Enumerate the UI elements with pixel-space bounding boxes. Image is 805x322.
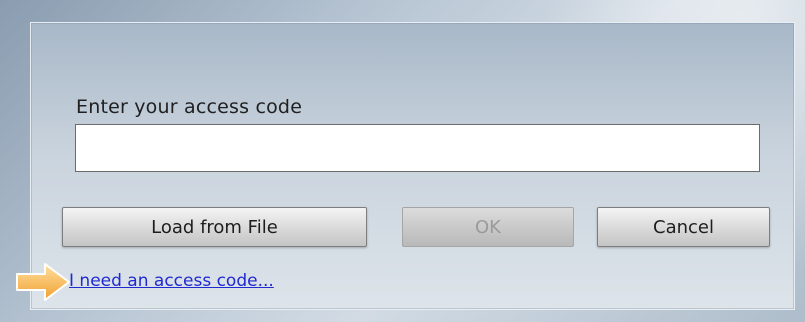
access-code-request-link[interactable]: I need an access code... [69, 271, 274, 291]
load-from-file-button[interactable]: Load from File [62, 207, 367, 247]
arrow-right-icon [16, 263, 70, 301]
access-code-input[interactable] [75, 124, 760, 172]
access-code-label: Enter your access code [76, 96, 303, 118]
cancel-button[interactable]: Cancel [597, 207, 770, 247]
ok-button[interactable]: OK [402, 207, 574, 247]
